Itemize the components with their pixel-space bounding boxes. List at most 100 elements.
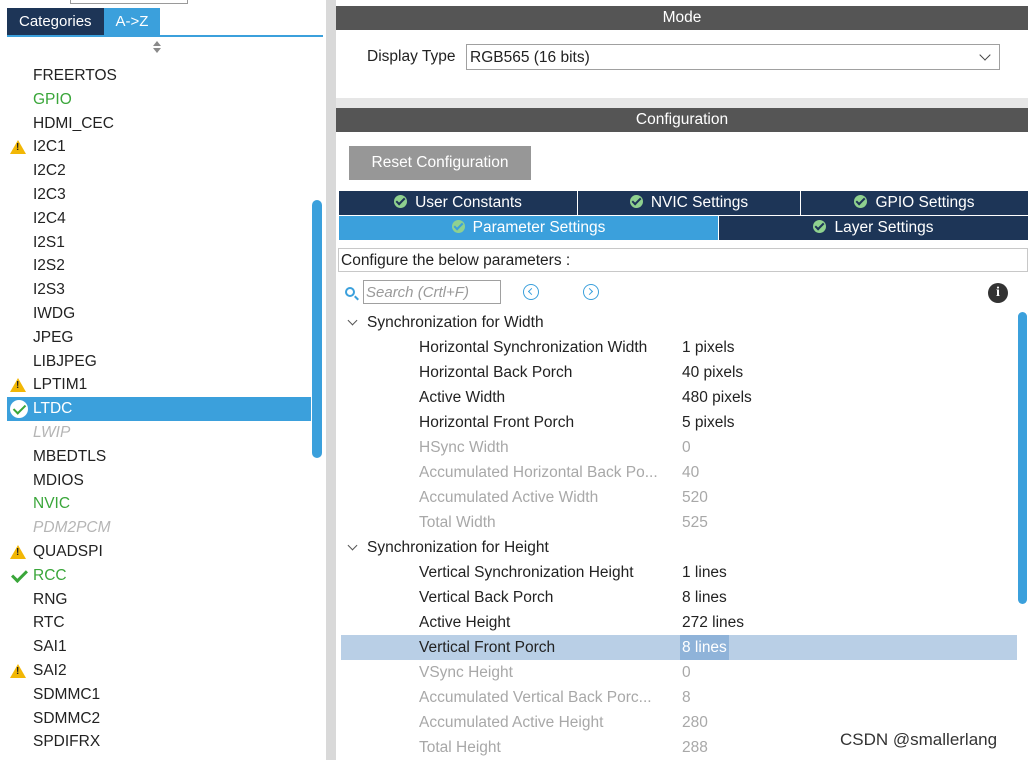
parameter-row[interactable]: Horizontal Front Porch 5 pixels [341,410,1017,435]
parameter-row[interactable]: Active Width 480 pixels [341,385,1017,410]
tab-a-to-z[interactable]: A->Z [103,8,161,36]
config-pane: Mode Display Type RGB565 (16 bits) Confi… [336,0,1028,760]
parameter-value[interactable]: 1 lines [682,560,727,585]
panel-splitter[interactable] [326,0,336,760]
ip-list-item[interactable]: LTDC [7,397,311,421]
ip-list-item-label: NVIC [33,495,71,513]
parameter-row[interactable]: Horizontal Back Porch 40 pixels [341,360,1017,385]
parameter-value[interactable]: 40 pixels [682,360,743,385]
ip-list-item[interactable]: I2S3 [7,278,311,302]
check-icon [10,567,28,585]
parameter-row: VSync Height 0 [341,660,1017,685]
ip-list-item[interactable]: RTC [7,611,311,635]
ip-list-item-label: SPDIFRX [33,733,101,751]
ip-list-item[interactable]: SAI2 [7,659,311,683]
parameter-name: Accumulated Active Height [419,714,604,731]
ip-list-item[interactable]: SDMMC2 [7,707,311,731]
parameter-scroll-thumb[interactable] [1018,312,1027,604]
tab-user-constants[interactable]: User Constants [339,191,577,215]
ip-list-item[interactable]: HDMI_CEC [7,112,311,136]
parameter-value[interactable]: 1 pixels [682,335,735,360]
chevron-down-icon[interactable] [347,540,358,551]
tab-categories[interactable]: Categories [7,8,104,36]
tab-parameter-settings[interactable]: Parameter Settings [339,216,718,240]
tab-label: Parameter Settings [472,219,606,236]
parameter-value[interactable]: 8 lines [682,585,727,610]
ip-list-item[interactable]: I2C1 [7,135,311,159]
ip-list: FREERTOS GPIO HDMI_CEC I2C1 I2C2 I2C3 I2C4 I2S1… [7,64,311,754]
parameter-row[interactable]: Vertical Synchronization Height 1 lines [341,560,1017,585]
parameter-value: 525 [682,514,708,531]
search-previous-icon[interactable] [523,284,539,300]
ip-list-item[interactable]: I2C4 [7,207,311,231]
parameter-name: Total Width [419,514,496,531]
ip-list-item[interactable]: FREERTOS [7,64,311,88]
parameter-row[interactable]: Horizontal Synchronization Width 1 pixels [341,335,1017,360]
display-type-value: RGB565 (16 bits) [470,49,590,66]
tab-nvic-settings[interactable]: NVIC Settings [578,191,800,215]
parameter-row[interactable]: Active Height 272 lines [341,610,1017,635]
parameter-group[interactable]: Synchronization for Width [341,310,1017,335]
ip-list-item[interactable]: NVIC [7,492,311,516]
warning-icon [10,544,26,559]
sort-arrows-icon[interactable] [152,40,162,54]
ip-list-item-label: IWDG [33,304,76,322]
parameter-value: 0 [682,664,691,681]
ip-list-item-label: PDM2PCM [33,519,111,537]
parameter-value[interactable]: 480 pixels [682,385,752,410]
parameter-value[interactable]: 5 pixels [682,410,735,435]
ip-list-item[interactable]: I2S1 [7,231,311,255]
ip-list-item[interactable]: QUADSPI [7,540,311,564]
ip-list-item[interactable]: IWDG [7,302,311,326]
tab-gpio-settings[interactable]: GPIO Settings [801,191,1028,215]
parameter-value: 8 [682,689,691,706]
ip-list-item-label: I2C2 [33,162,66,180]
chevron-down-icon[interactable] [347,315,358,326]
parameter-group[interactable]: Synchronization for Height [341,535,1017,560]
parameter-row: Accumulated Vertical Back Porc... 8 [341,685,1017,710]
ip-list-item[interactable]: SAI1 [7,635,311,659]
ip-list-item[interactable]: LIBJPEG [7,350,311,374]
parameter-value: 280 [682,714,708,731]
ip-list-item[interactable]: I2C2 [7,159,311,183]
ip-list-item[interactable]: JPEG [7,326,311,350]
parameter-group-title: Synchronization for Width [367,314,544,331]
parameter-value[interactable]: 272 lines [682,610,744,635]
ip-list-item-label: I2C1 [33,138,66,156]
display-type-label: Display Type [367,48,456,65]
ip-list-item[interactable]: SPDIFRX [7,730,311,754]
parameter-value[interactable]: 8 lines [680,635,729,660]
ip-search-field[interactable] [70,0,188,4]
ip-list-scroll-thumb[interactable] [312,200,322,458]
info-icon[interactable]: i [988,283,1008,303]
warning-icon [10,140,26,155]
parameter-tree: Synchronization for Width Horizontal Sync… [341,310,1017,760]
parameter-name: Horizontal Front Porch [419,414,575,431]
parameter-row[interactable]: Vertical Front Porch 8 lines [341,635,1017,660]
search-next-icon[interactable] [583,284,599,300]
display-type-select[interactable]: RGB565 (16 bits) [466,44,1000,70]
parameter-group-title: Synchronization for Height [367,539,549,556]
parameter-row[interactable]: Vertical Back Porch 8 lines [341,585,1017,610]
parameter-row: HSync Width 0 [341,435,1017,460]
reset-configuration-button[interactable]: Reset Configuration [349,146,531,180]
chevron-down-icon [979,49,991,61]
ip-list-item[interactable]: MBEDTLS [7,445,311,469]
parameter-name: Vertical Synchronization Height [419,564,634,581]
ip-list-item[interactable]: MDIOS [7,469,311,493]
parameter-search-input[interactable] [363,280,501,304]
parameter-name: Vertical Back Porch [419,589,554,606]
ip-list-item[interactable]: SDMMC1 [7,683,311,707]
ip-list-item[interactable]: RNG [7,588,311,612]
parameter-name: Accumulated Horizontal Back Po... [419,464,658,481]
tab-layer-settings[interactable]: Layer Settings [719,216,1028,240]
ip-list-tabs: Categories A->Z [7,8,161,36]
ip-list-item[interactable]: RCC [7,564,311,588]
ip-list-item[interactable]: LPTIM1 [7,373,311,397]
ip-list-item[interactable]: GPIO [7,88,311,112]
mode-header: Mode [336,6,1028,30]
ip-list-item-label: LPTIM1 [33,376,88,394]
tab-label: Layer Settings [834,219,934,236]
ip-list-item[interactable]: I2S2 [7,254,311,278]
ip-list-item[interactable]: I2C3 [7,183,311,207]
